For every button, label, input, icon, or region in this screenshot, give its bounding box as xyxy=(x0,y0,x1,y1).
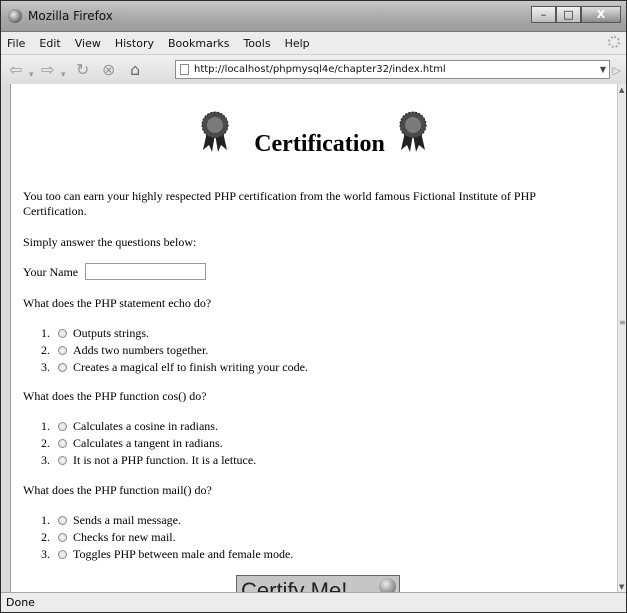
status-text: Done xyxy=(6,596,35,609)
close-button[interactable]: X xyxy=(581,6,621,23)
back-arrow-icon[interactable]: ⇦ xyxy=(9,61,22,79)
option-number: 3. xyxy=(41,547,50,561)
question-text: What does the PHP function mail() do? xyxy=(23,483,212,497)
award-ribbon-icon xyxy=(399,111,427,152)
answer-option: 3. Creates a magical elf to finish writin… xyxy=(23,360,308,375)
menu-file[interactable]: File xyxy=(7,37,25,50)
instructions-text: Simply answer the questions below: xyxy=(23,235,197,249)
scroll-up-arrow-icon[interactable]: ▲ xyxy=(619,86,624,94)
scroll-grip-icon[interactable]: ≡ xyxy=(619,318,626,327)
option-number: 2. xyxy=(41,530,50,544)
vertical-scrollbar[interactable]: ▲ ≡ ▼ xyxy=(617,84,626,593)
status-bar: Done xyxy=(1,592,626,612)
answer-option: 1. Sends a mail message. xyxy=(23,513,181,528)
option-label: Outputs strings. xyxy=(73,326,150,340)
option-number: 1. xyxy=(41,419,50,433)
option-number: 2. xyxy=(41,343,50,357)
answer-option: 1. Calculates a cosine in radians. xyxy=(23,419,218,434)
menu-history[interactable]: History xyxy=(115,37,154,50)
answer-radio[interactable] xyxy=(58,422,67,431)
certify-submit-button[interactable]: Certify Me! xyxy=(236,575,400,593)
name-input[interactable] xyxy=(85,263,206,280)
award-badge-icon xyxy=(379,578,396,593)
menu-edit[interactable]: Edit xyxy=(39,37,60,50)
answer-radio[interactable] xyxy=(58,550,67,559)
option-label: Sends a mail message. xyxy=(73,513,181,527)
answer-option: 3. It is not a PHP function. It is a lett… xyxy=(23,453,256,468)
menu-bookmarks[interactable]: Bookmarks xyxy=(168,37,229,50)
minimize-button[interactable]: – xyxy=(531,6,556,23)
answer-radio[interactable] xyxy=(58,346,67,355)
option-number: 1. xyxy=(41,513,50,527)
option-label: Adds two numbers together. xyxy=(73,343,209,357)
page-heading-row: Certification xyxy=(11,110,620,160)
go-arrow-icon[interactable]: ▷ xyxy=(613,64,621,77)
throbber-icon xyxy=(608,36,620,48)
home-icon[interactable]: ⌂ xyxy=(130,61,140,79)
answer-radio[interactable] xyxy=(58,439,67,448)
intro-paragraph: You too can earn your highly respected P… xyxy=(23,189,536,218)
answer-option: 2. Checks for new mail. xyxy=(23,530,176,545)
answer-radio[interactable] xyxy=(58,516,67,525)
answer-option: 2. Calculates a tangent in radians. xyxy=(23,436,223,451)
answer-radio[interactable] xyxy=(58,456,67,465)
answer-option: 1. Outputs strings. xyxy=(23,326,149,341)
question-text: What does the PHP function cos() do? xyxy=(23,389,207,403)
menu-bar: File Edit View History Bookmarks Tools H… xyxy=(1,32,626,55)
page-title: Certification xyxy=(254,131,385,157)
firefox-icon xyxy=(8,9,22,23)
option-label: Calculates a cosine in radians. xyxy=(73,419,218,433)
option-number: 3. xyxy=(41,360,50,374)
option-number: 1. xyxy=(41,326,50,340)
back-history-dropdown-icon[interactable]: ▾ xyxy=(29,66,34,84)
option-label: Calculates a tangent in radians. xyxy=(73,436,223,450)
option-number: 3. xyxy=(41,453,50,467)
page-content: Certification You too can earn your high… xyxy=(10,84,620,593)
answer-radio[interactable] xyxy=(58,329,67,338)
answer-radio[interactable] xyxy=(58,363,67,372)
option-number: 2. xyxy=(41,436,50,450)
answer-radio[interactable] xyxy=(58,533,67,542)
forward-arrow-icon[interactable]: ⇨ xyxy=(41,61,54,79)
question-text: What does the PHP statement echo do? xyxy=(23,296,212,310)
option-label: Checks for new mail. xyxy=(73,530,176,544)
browser-window: Mozilla Firefox – □ X File Edit View His… xyxy=(0,0,627,613)
option-label: It is not a PHP function. It is a lettuc… xyxy=(73,453,257,467)
certify-button-label: Certify Me! xyxy=(241,578,348,593)
page-icon xyxy=(180,64,189,75)
title-bar: Mozilla Firefox – □ X xyxy=(1,1,626,32)
option-label: Toggles PHP between male and female mode… xyxy=(73,547,294,561)
menu-tools[interactable]: Tools xyxy=(243,37,270,50)
name-label: Your Name xyxy=(23,265,79,279)
menu-view[interactable]: View xyxy=(75,37,101,50)
forward-history-dropdown-icon[interactable]: ▾ xyxy=(61,66,66,84)
option-label: Creates a magical elf to finish writing … xyxy=(73,360,308,374)
address-bar[interactable]: http://localhost/phpmysql4e/chapter32/in… xyxy=(175,60,610,79)
menu-help[interactable]: Help xyxy=(285,37,310,50)
reload-icon[interactable]: ↻ xyxy=(76,61,89,79)
answer-option: 3. Toggles PHP between male and female mo… xyxy=(23,547,293,562)
sidebar-edge xyxy=(1,84,10,593)
url-dropdown-icon[interactable]: ▼ xyxy=(600,61,606,78)
stop-icon[interactable]: ⊗ xyxy=(102,61,115,79)
navigation-toolbar: ⇦ ▾ ⇨ ▾ ↻ ⊗ ⌂ http://localhost/phpmysql4… xyxy=(1,55,626,86)
answer-option: 2. Adds two numbers together. xyxy=(23,343,208,358)
url-text[interactable]: http://localhost/phpmysql4e/chapter32/in… xyxy=(194,61,446,78)
maximize-button[interactable]: □ xyxy=(556,6,581,23)
scroll-down-arrow-icon[interactable]: ▼ xyxy=(619,583,624,591)
window-title: Mozilla Firefox xyxy=(28,9,113,23)
